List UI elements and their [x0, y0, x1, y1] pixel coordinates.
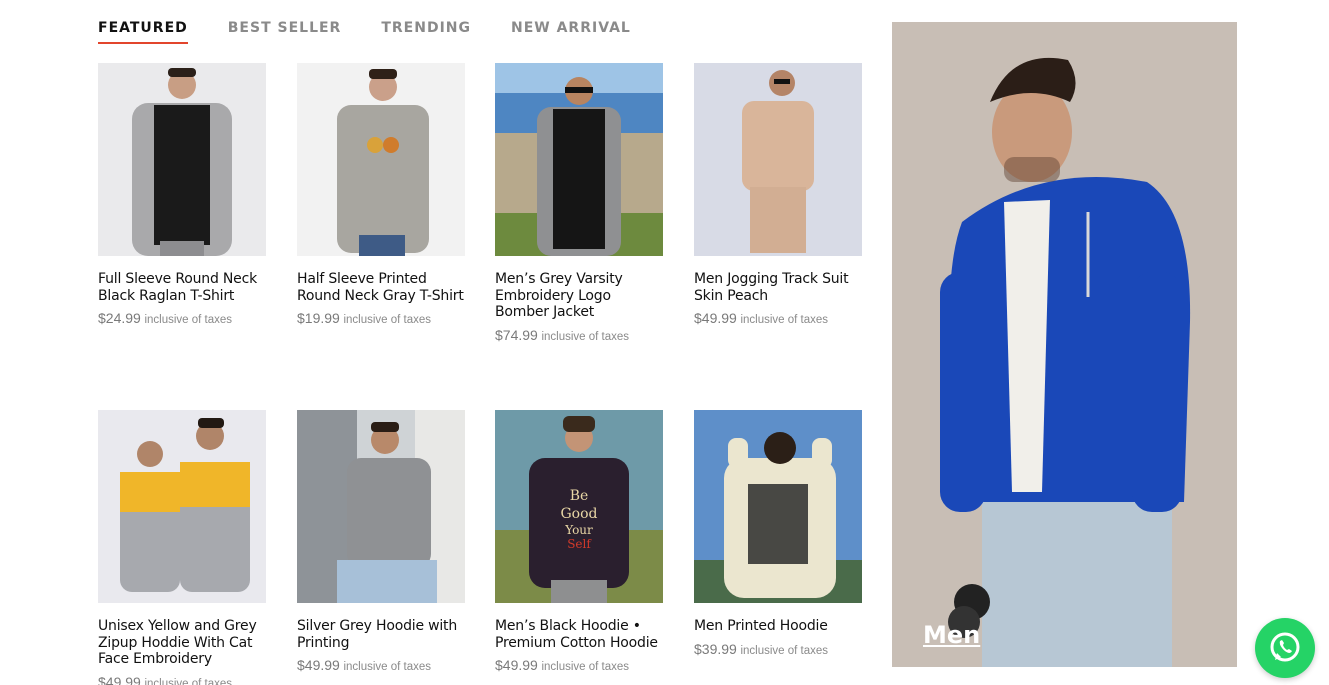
product-card[interactable]: Half Sleeve Printed Round Neck Gray T-Sh… — [297, 63, 465, 326]
product-image[interactable] — [98, 63, 266, 256]
product-tabs: FEATURED BEST SELLER TRENDING NEW ARRIVA… — [98, 20, 631, 44]
men-category-banner[interactable]: Men — [892, 22, 1237, 667]
svg-text:Self: Self — [567, 537, 592, 551]
svg-text:Your: Your — [564, 523, 593, 537]
tab-featured[interactable]: FEATURED — [98, 20, 188, 44]
tab-trending[interactable]: TRENDING — [381, 20, 471, 44]
banner-men-link[interactable]: Men — [923, 621, 980, 649]
product-price: $49.99 inclusive of taxes — [495, 657, 630, 673]
product-image[interactable] — [98, 410, 266, 603]
product-title[interactable]: Men Jogging Track Suit Skin Peach — [694, 271, 862, 304]
product-card[interactable]: Men’s Grey Varsity Embroidery Logo Bombe… — [495, 63, 663, 343]
product-title[interactable]: Men’s Black Hoodie • Premium Cotton Hood… — [495, 618, 663, 651]
product-title[interactable]: Full Sleeve Round Neck Black Raglan T-Sh… — [98, 271, 266, 304]
product-image[interactable] — [297, 410, 465, 603]
product-title[interactable]: Unisex Yellow and Grey Zipup Hoddie With… — [98, 618, 266, 668]
product-card[interactable]: Full Sleeve Round Neck Black Raglan T-Sh… — [98, 63, 266, 326]
product-title[interactable]: Silver Grey Hoodie with Printing — [297, 618, 465, 651]
product-price: $49.99 inclusive of taxes — [297, 657, 432, 673]
product-card[interactable]: Be Good Your Self Men’s Black Hoodie • P… — [495, 410, 663, 673]
tab-new-arrival[interactable]: NEW ARRIVAL — [511, 20, 631, 44]
product-price: $24.99 inclusive of taxes — [98, 310, 233, 326]
product-price: $74.99 inclusive of taxes — [495, 326, 630, 343]
product-price: $39.99 inclusive of taxes — [694, 640, 829, 657]
product-image[interactable] — [495, 63, 663, 256]
product-price: $49.99 inclusive of taxes — [98, 673, 233, 685]
product-image[interactable] — [694, 63, 862, 256]
product-image[interactable]: Be Good Your Self — [495, 410, 663, 603]
product-card[interactable]: Silver Grey Hoodie with Printing $49.99 … — [297, 410, 465, 673]
product-image[interactable] — [297, 63, 465, 256]
product-card[interactable]: Unisex Yellow and Grey Zipup Hoddie With… — [98, 410, 266, 685]
product-image[interactable] — [694, 410, 862, 603]
product-price: $19.99 inclusive of taxes — [297, 310, 432, 326]
whatsapp-chat-button[interactable] — [1255, 618, 1315, 678]
svg-text:Be: Be — [570, 488, 589, 504]
product-title[interactable]: Half Sleeve Printed Round Neck Gray T-Sh… — [297, 271, 465, 304]
page: FEATURED BEST SELLER TRENDING NEW ARRIVA… — [0, 0, 1329, 685]
whatsapp-icon — [1270, 632, 1300, 662]
product-card[interactable]: Men Printed Hoodie $39.99 inclusive of t… — [694, 410, 862, 657]
svg-text:Good: Good — [560, 506, 597, 522]
product-title[interactable]: Men Printed Hoodie — [694, 618, 862, 635]
tab-best-seller[interactable]: BEST SELLER — [228, 20, 342, 44]
product-price: $49.99 inclusive of taxes — [694, 310, 829, 326]
product-title[interactable]: Men’s Grey Varsity Embroidery Logo Bombe… — [495, 271, 663, 321]
product-card[interactable]: Men Jogging Track Suit Skin Peach $49.99… — [694, 63, 862, 326]
banner-image — [892, 22, 1237, 667]
